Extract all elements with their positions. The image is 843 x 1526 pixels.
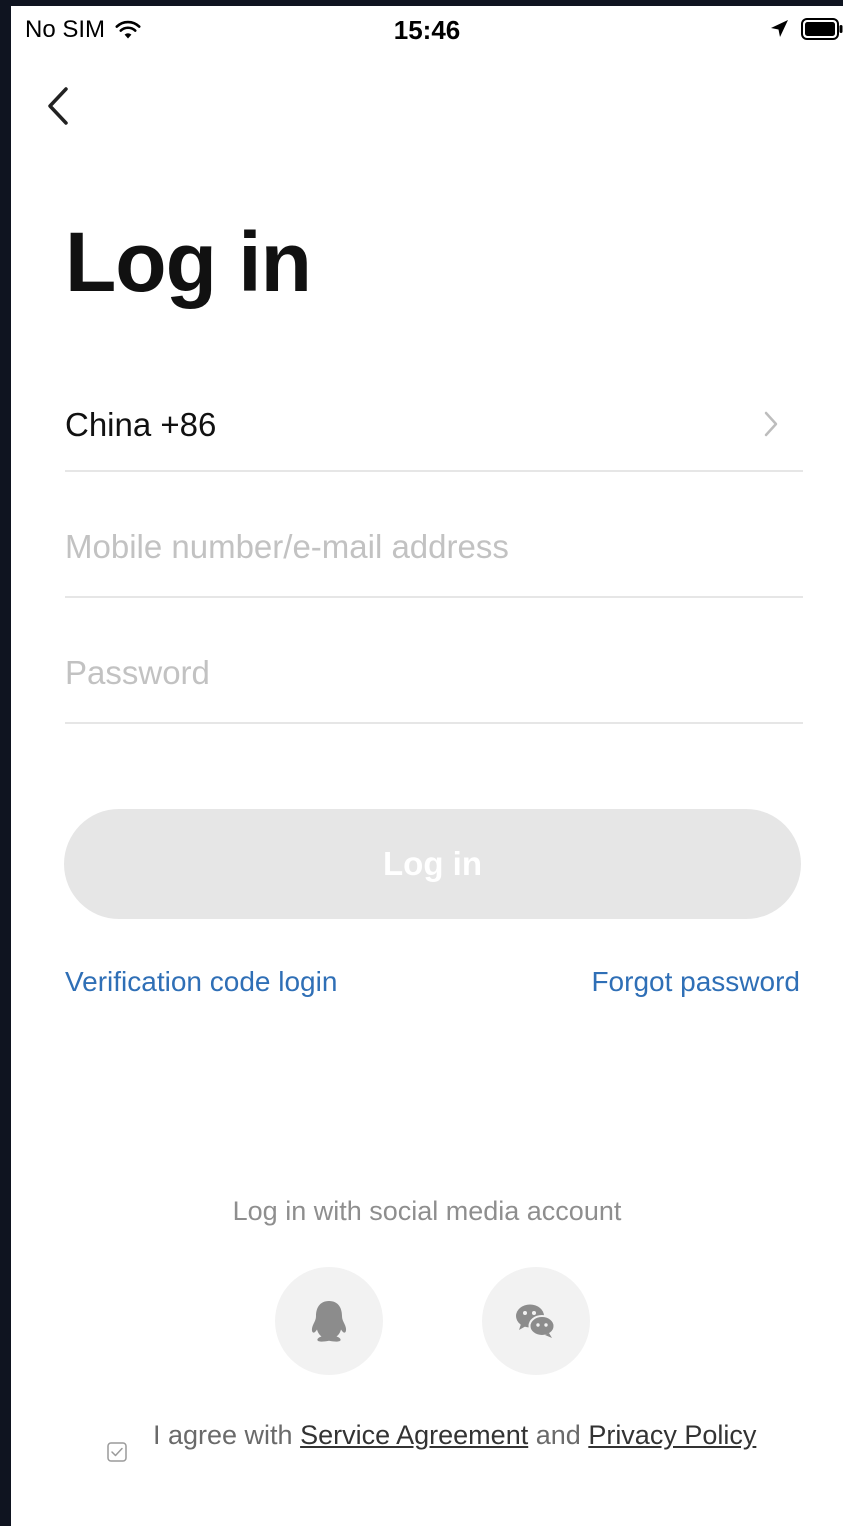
page-title: Log in [65, 215, 312, 309]
privacy-policy-link[interactable]: Privacy Policy [588, 1420, 756, 1450]
qq-icon [311, 1301, 347, 1342]
qq-login-button[interactable] [275, 1267, 383, 1375]
agreement-checkbox[interactable] [107, 1442, 127, 1462]
password-field [65, 614, 803, 724]
password-input[interactable] [65, 648, 803, 698]
service-agreement-link[interactable]: Service Agreement [300, 1420, 528, 1450]
wechat-icon [516, 1304, 556, 1338]
back-button[interactable] [33, 76, 83, 136]
agreement-text: I agree with Service Agreement and Priva… [153, 1418, 756, 1453]
login-screen: No SIM 15:46 Log in China +86 Mobile num… [11, 6, 843, 1526]
account-input[interactable] [65, 522, 803, 572]
forgot-password-link[interactable]: Forgot password [591, 966, 800, 998]
chevron-left-icon [48, 87, 68, 125]
status-time: 15:46 [393, 15, 461, 45]
country-code-value: China +86 [65, 406, 217, 443]
chevron-right-icon [764, 411, 778, 437]
social-login-caption: Log in with social media account [232, 1196, 622, 1226]
location-arrow-icon [771, 20, 788, 37]
status-indicators [769, 18, 843, 40]
country-selector[interactable]: China +86 [65, 362, 803, 472]
agreement-row: I agree with Service Agreement and Priva… [107, 1418, 767, 1462]
login-button[interactable]: Log in [64, 809, 801, 919]
agreement-conjunction: and [535, 1420, 581, 1450]
status-bar: No SIM 15:46 [11, 6, 843, 56]
account-field [65, 488, 803, 598]
wechat-login-button[interactable] [482, 1267, 590, 1375]
battery-icon [801, 18, 843, 40]
agreement-prefix: I agree with [153, 1420, 293, 1450]
verification-code-login-link[interactable]: Verification code login [65, 966, 337, 998]
